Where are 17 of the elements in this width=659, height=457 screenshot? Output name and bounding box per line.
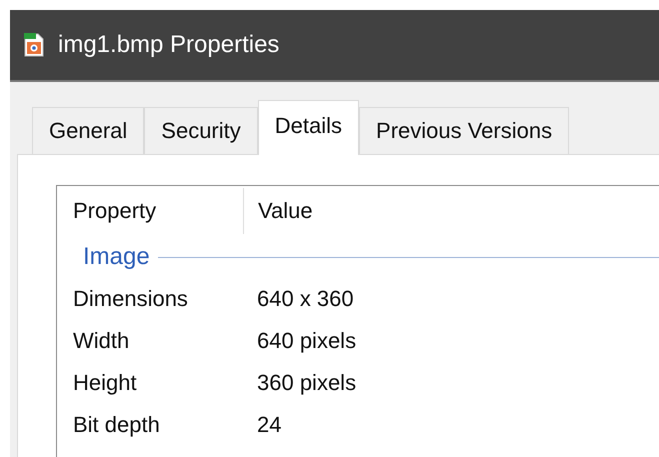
property-name: Width xyxy=(73,328,130,354)
property-value: 24 xyxy=(256,412,282,438)
image-file-icon xyxy=(24,33,44,57)
window-title: img1.bmp Properties xyxy=(58,31,280,59)
property-value: 640 x 360 xyxy=(256,286,354,312)
tab[interactable]: General xyxy=(32,107,144,154)
column-header[interactable]: Value xyxy=(244,198,313,224)
property-name: Dimensions xyxy=(73,286,189,312)
column-header[interactable]: Property xyxy=(73,188,244,234)
tab[interactable]: Security xyxy=(144,107,258,154)
property-value: 640 pixels xyxy=(256,328,356,354)
group-header: Image xyxy=(83,243,150,271)
tab[interactable]: Previous Versions xyxy=(359,107,570,154)
tab[interactable]: Details xyxy=(258,100,360,155)
property-name: Height xyxy=(73,370,138,396)
property-value: 360 pixels xyxy=(256,370,356,396)
property-name: Bit depth xyxy=(73,412,161,438)
